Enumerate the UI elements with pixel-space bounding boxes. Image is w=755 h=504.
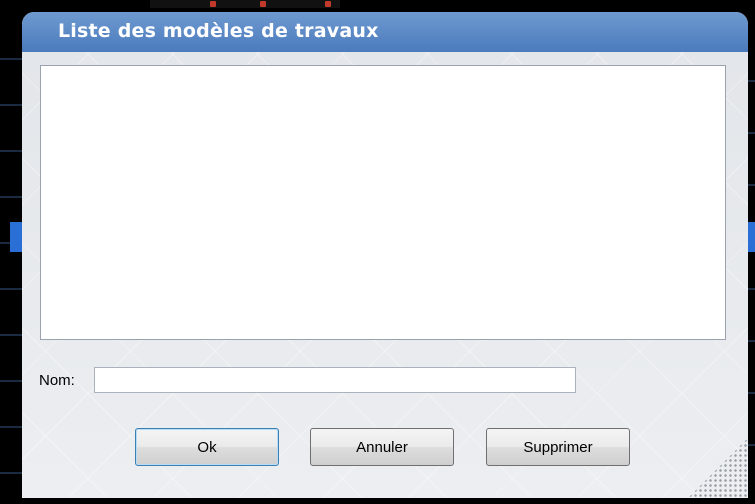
dialog-title: Liste des modèles de travaux xyxy=(58,20,379,42)
delete-button[interactable]: Supprimer xyxy=(486,428,630,466)
background-window-left xyxy=(0,14,22,492)
background-window-top xyxy=(150,0,340,8)
resize-grip-icon[interactable] xyxy=(688,438,748,498)
screen: Liste des modèles de travaux Nom: Ok Ann… xyxy=(0,0,755,504)
background-red-mark xyxy=(260,1,266,7)
name-label: Nom: xyxy=(39,372,75,389)
background-window-left-accent xyxy=(10,222,22,252)
dialog-titlebar[interactable]: Liste des modèles de travaux xyxy=(22,12,748,52)
ok-button[interactable]: Ok xyxy=(135,428,279,466)
name-input[interactable] xyxy=(94,367,576,393)
background-red-mark xyxy=(210,1,216,7)
background-window-right-accent xyxy=(747,222,755,252)
cancel-button[interactable]: Annuler xyxy=(310,428,454,466)
background-window-right xyxy=(747,30,755,490)
templates-list[interactable] xyxy=(40,65,726,340)
background-red-mark xyxy=(325,1,331,7)
job-templates-dialog: Liste des modèles de travaux Nom: Ok Ann… xyxy=(22,12,748,498)
